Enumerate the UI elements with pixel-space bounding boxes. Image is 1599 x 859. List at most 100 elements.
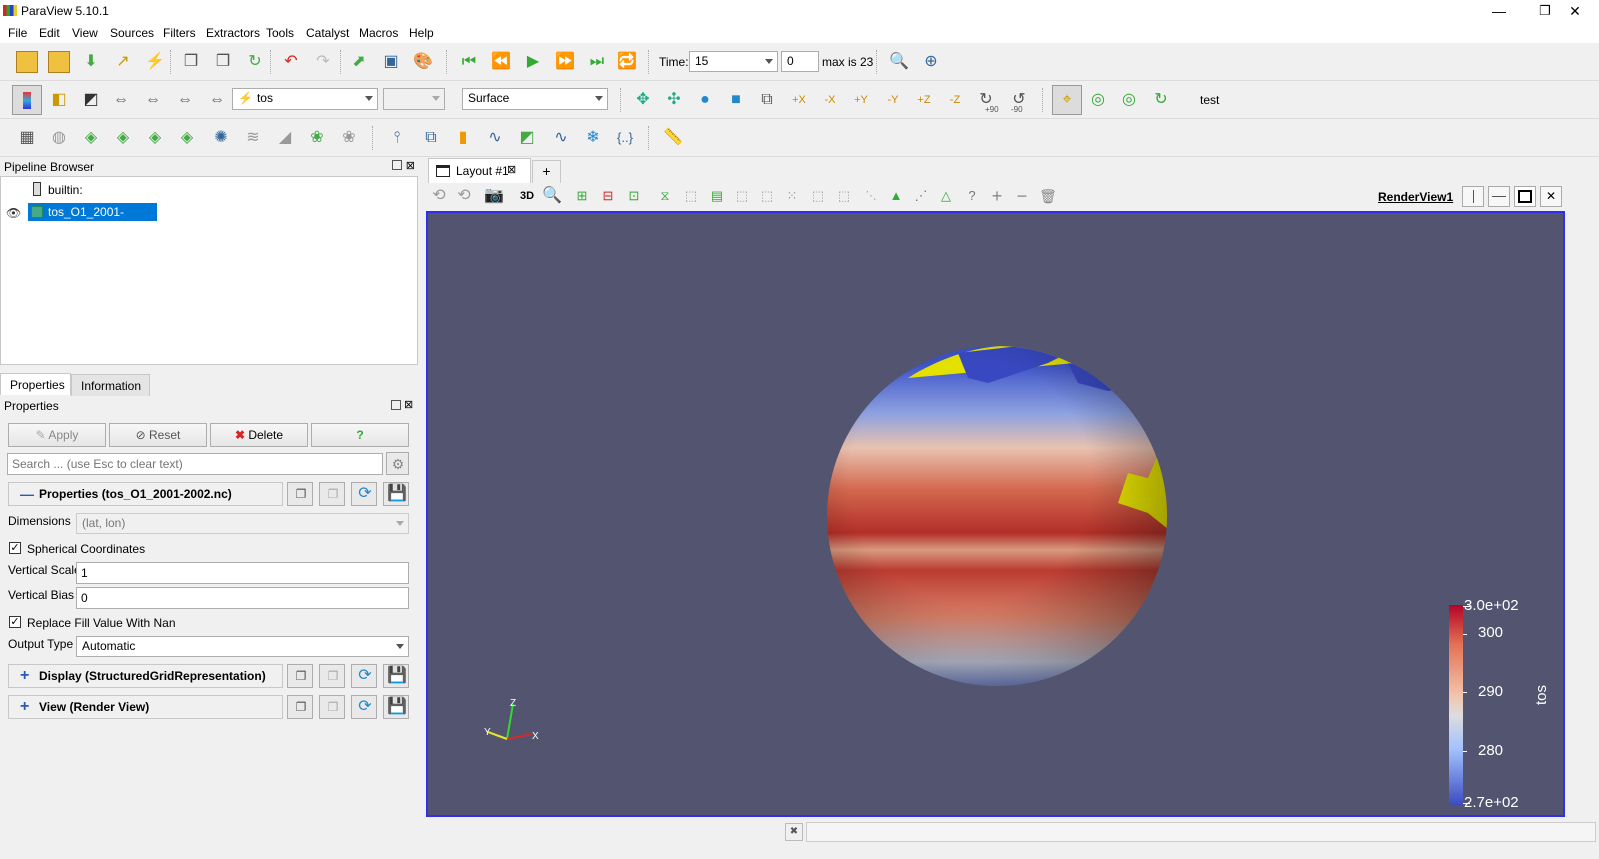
recent-file-icon[interactable] — [48, 51, 70, 73]
view-plus-z-icon[interactable]: +Z — [913, 89, 935, 111]
apply-button[interactable]: ✎ Apply — [8, 423, 106, 447]
extract-subset-icon[interactable]: ◈ — [176, 127, 198, 149]
vertical-scale-input[interactable] — [76, 562, 409, 584]
color-palette-icon[interactable]: 🎨 — [412, 51, 434, 73]
dimensions-combo[interactable]: (lat, lon) — [76, 513, 409, 534]
hover-points-icon[interactable]: ⬚ — [731, 185, 753, 207]
minimize-button[interactable]: — — [1476, 0, 1522, 23]
rotate-plus-90-icon[interactable]: ↻ +90 — [975, 89, 998, 114]
save-view-icon[interactable]: 💾 — [383, 695, 409, 719]
color-array-combo[interactable]: ⚡ tos — [232, 88, 378, 110]
shrink-selection-icon[interactable]: ⬚ — [807, 185, 829, 207]
connect-icon[interactable]: ↗ — [112, 51, 134, 73]
reload-view-icon[interactable]: ⟳ — [351, 695, 377, 719]
edit-color-map-icon[interactable]: ◧ — [48, 89, 70, 111]
probe-icon[interactable]: ⧉ — [420, 127, 442, 149]
threshold-icon[interactable]: ◈ — [144, 127, 166, 149]
view-plus-y-icon[interactable]: +Y — [850, 89, 872, 111]
pipeline-root[interactable]: builtin: — [48, 183, 83, 197]
delete-button[interactable]: ✖ Delete — [210, 423, 308, 447]
hover-cells-icon[interactable]: ⬚ — [756, 185, 778, 207]
warp-vector-icon[interactable]: ◢ — [274, 127, 296, 149]
plot-over-line-icon[interactable]: ⫯ — [386, 127, 408, 149]
glyph-icon[interactable]: ✺ — [210, 127, 232, 149]
visibility-eye-icon[interactable]: 👁 — [6, 206, 21, 220]
section-properties[interactable]: — Properties (tos_O1_2001-2002.nc) — [8, 482, 283, 506]
close-panel-icon[interactable]: ⊠ — [406, 159, 415, 172]
open-file-icon[interactable] — [16, 51, 38, 73]
paste-view-icon[interactable]: ❐ — [319, 695, 345, 719]
save-state-icon[interactable]: ❒ — [212, 51, 234, 73]
section-display[interactable]: + Display (StructuredGridRepresentation) — [8, 664, 283, 688]
menu-view[interactable]: View — [72, 26, 98, 40]
pipeline-source-item[interactable]: tos_O1_2001-2002.nc — [28, 203, 157, 233]
representation-combo[interactable]: Surface — [462, 88, 608, 110]
reset-range-icon[interactable]: ◩ — [80, 89, 102, 111]
split-vertical-icon[interactable] — [1488, 186, 1510, 207]
reset-button[interactable]: ⊘ Reset — [109, 423, 207, 447]
undo-icon[interactable]: ↶ — [280, 51, 302, 73]
capture-view-icon[interactable]: ⟲ — [428, 185, 450, 207]
select-points-on-icon[interactable]: ⊟ — [597, 185, 619, 207]
python-script-icon[interactable]: {..} — [614, 127, 636, 149]
menu-catalyst[interactable]: Catalyst — [306, 26, 349, 40]
zoom-box-icon[interactable]: ⊕ — [920, 51, 942, 73]
copy-props-icon[interactable]: ❐ — [287, 482, 313, 506]
screenshot-camera-icon[interactable]: 📷 — [483, 185, 505, 207]
select-polygon-icon[interactable]: ⧖ — [654, 185, 676, 207]
interactive-select-icon[interactable]: ▤ — [706, 185, 728, 207]
extract-level-icon[interactable]: ❀ — [338, 127, 360, 149]
tab-information[interactable]: Information — [71, 374, 150, 396]
menu-edit[interactable]: Edit — [39, 26, 60, 40]
load-state-icon[interactable]: ❒ — [180, 51, 202, 73]
select-frustum-icon[interactable]: ⊡ — [623, 185, 645, 207]
zoom-to-data-icon[interactable]: ● — [694, 89, 716, 111]
rotate-minus-90-icon[interactable]: ↺ -90 — [1008, 89, 1030, 114]
menu-sources[interactable]: Sources — [110, 26, 154, 40]
zoom-in-icon[interactable]: + — [986, 185, 1008, 207]
close-view-icon[interactable]: ✕ — [1540, 186, 1562, 207]
float-properties-icon[interactable] — [391, 400, 401, 410]
status-close-icon[interactable]: ✖ — [785, 823, 803, 841]
rescale-visible-icon[interactable]: ⇔ — [174, 89, 196, 111]
split-horizontal-icon[interactable] — [1462, 186, 1484, 207]
menu-tools[interactable]: Tools — [266, 26, 294, 40]
tab-layout-1[interactable]: Layout #1 ⊠ — [428, 158, 531, 183]
previous-frame-icon[interactable]: ⏪ — [490, 51, 512, 73]
reload-display-icon[interactable]: ⟳ — [351, 664, 377, 688]
snowflake-icon[interactable]: ❄ — [582, 127, 604, 149]
close-layout-icon[interactable]: ⊠ — [507, 163, 516, 176]
float-panel-icon[interactable] — [392, 160, 402, 170]
menu-help[interactable]: Help — [409, 26, 434, 40]
replace-fill-checkbox[interactable]: ✓ — [9, 616, 21, 628]
camera-zoom-icon[interactable]: 🔍 — [541, 185, 563, 207]
play-icon[interactable]: ▶ — [522, 51, 544, 73]
copy-view-icon[interactable]: ❐ — [287, 695, 313, 719]
reset-session-icon[interactable]: ↻ — [244, 51, 266, 73]
trash-icon[interactable]: 🗑 — [1037, 185, 1059, 207]
select-block-icon[interactable]: ⬚ — [680, 185, 702, 207]
first-frame-icon[interactable]: ⏮ — [458, 51, 480, 73]
zoom-data-icon[interactable]: 🔍 — [888, 51, 910, 73]
camera-undo-icon[interactable]: ⬈ — [348, 51, 370, 73]
pick-center-icon[interactable]: ⌖ — [1052, 85, 1082, 115]
rescale-temporal-icon[interactable]: ⇔ — [142, 89, 164, 111]
render-view-name[interactable]: RenderView1 — [1378, 190, 1453, 204]
contour-icon[interactable]: ◍ — [48, 127, 70, 149]
zoom-to-box-icon[interactable]: ⧉ — [756, 89, 778, 111]
render-canvas[interactable]: Z X Y — [428, 213, 1563, 815]
loop-icon[interactable]: 🔁 — [616, 51, 638, 73]
query-icon[interactable]: ? — [961, 185, 983, 207]
menu-extractors[interactable]: Extractors — [206, 26, 260, 40]
plot-selection-icon[interactable]: ▲ — [885, 185, 907, 207]
rescale-over-time-icon[interactable]: ⇔ — [206, 89, 228, 111]
view-minus-y-icon[interactable]: -Y — [882, 89, 904, 111]
advanced-settings-gear-icon[interactable]: ⚙ — [386, 452, 409, 475]
close-properties-icon[interactable]: ⊠ — [404, 398, 413, 411]
timestep-spinbox[interactable]: 0 — [781, 51, 819, 72]
clip-icon[interactable]: ◈ — [80, 127, 102, 149]
rotation-center-icon[interactable]: ↻ — [1150, 89, 1172, 111]
view-minus-x-icon[interactable]: -X — [819, 89, 841, 111]
next-frame-icon[interactable]: ⏩ — [554, 51, 576, 73]
zoom-closest-icon[interactable]: ■ — [725, 89, 747, 111]
